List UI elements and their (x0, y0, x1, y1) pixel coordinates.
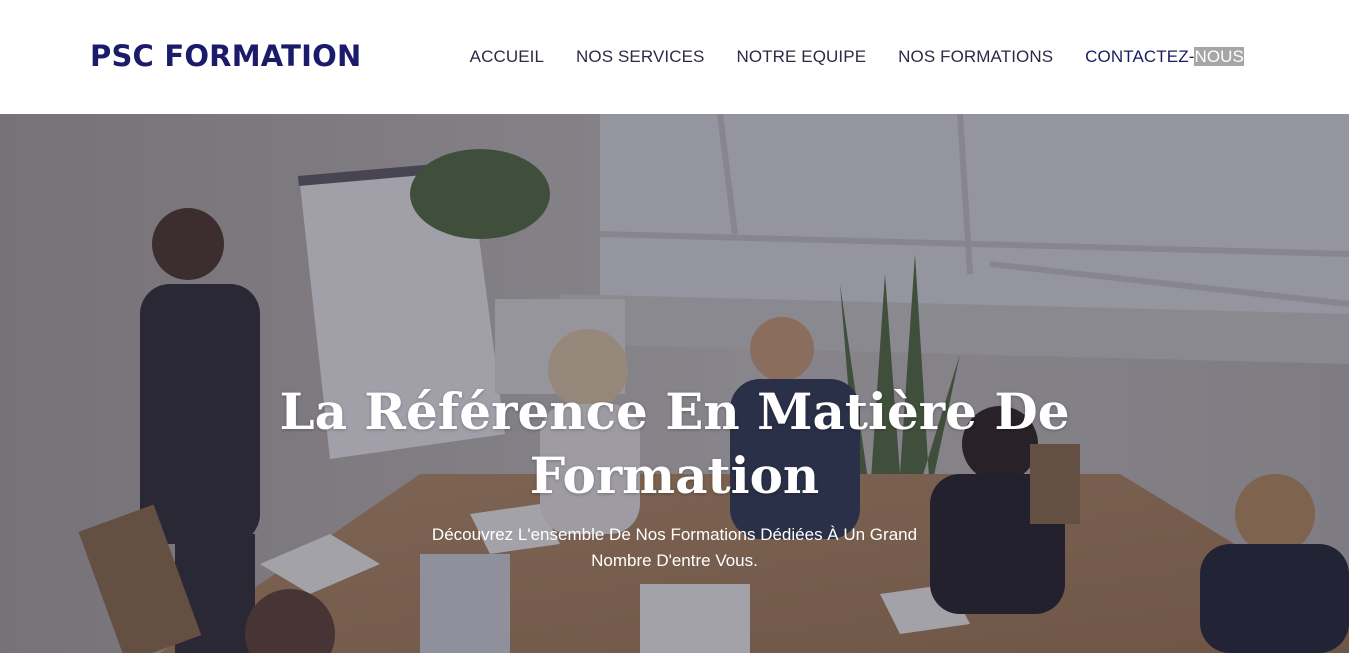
hero-section: La Référence En Matière De Formation Déc… (0, 114, 1349, 653)
site-logo[interactable]: PSC FORMATION (90, 36, 361, 76)
main-nav: ACCUEIL NOS SERVICES NOTRE EQUIPE NOS FO… (470, 44, 1260, 70)
nav-link-services[interactable]: NOS SERVICES (576, 47, 704, 67)
site-header: PSC FORMATION ACCUEIL NOS SERVICES NOTRE… (0, 0, 1349, 114)
nav-link-accueil[interactable]: ACCUEIL (470, 47, 544, 67)
hero-title: La Référence En Matière De Formation (279, 382, 1070, 505)
nav-link-contact-selected-text: NOUS (1194, 47, 1244, 66)
hero-subtitle: Découvrez L'ensemble De Nos Formations D… (431, 525, 918, 570)
nav-link-formations[interactable]: NOS FORMATIONS (898, 47, 1053, 67)
nav-link-contact[interactable]: CONTACTEZ-NOUS (1085, 47, 1244, 67)
nav-link-equipe[interactable]: NOTRE EQUIPE (736, 47, 866, 67)
nav-link-contact-prefix: CONTACTEZ- (1085, 47, 1195, 66)
